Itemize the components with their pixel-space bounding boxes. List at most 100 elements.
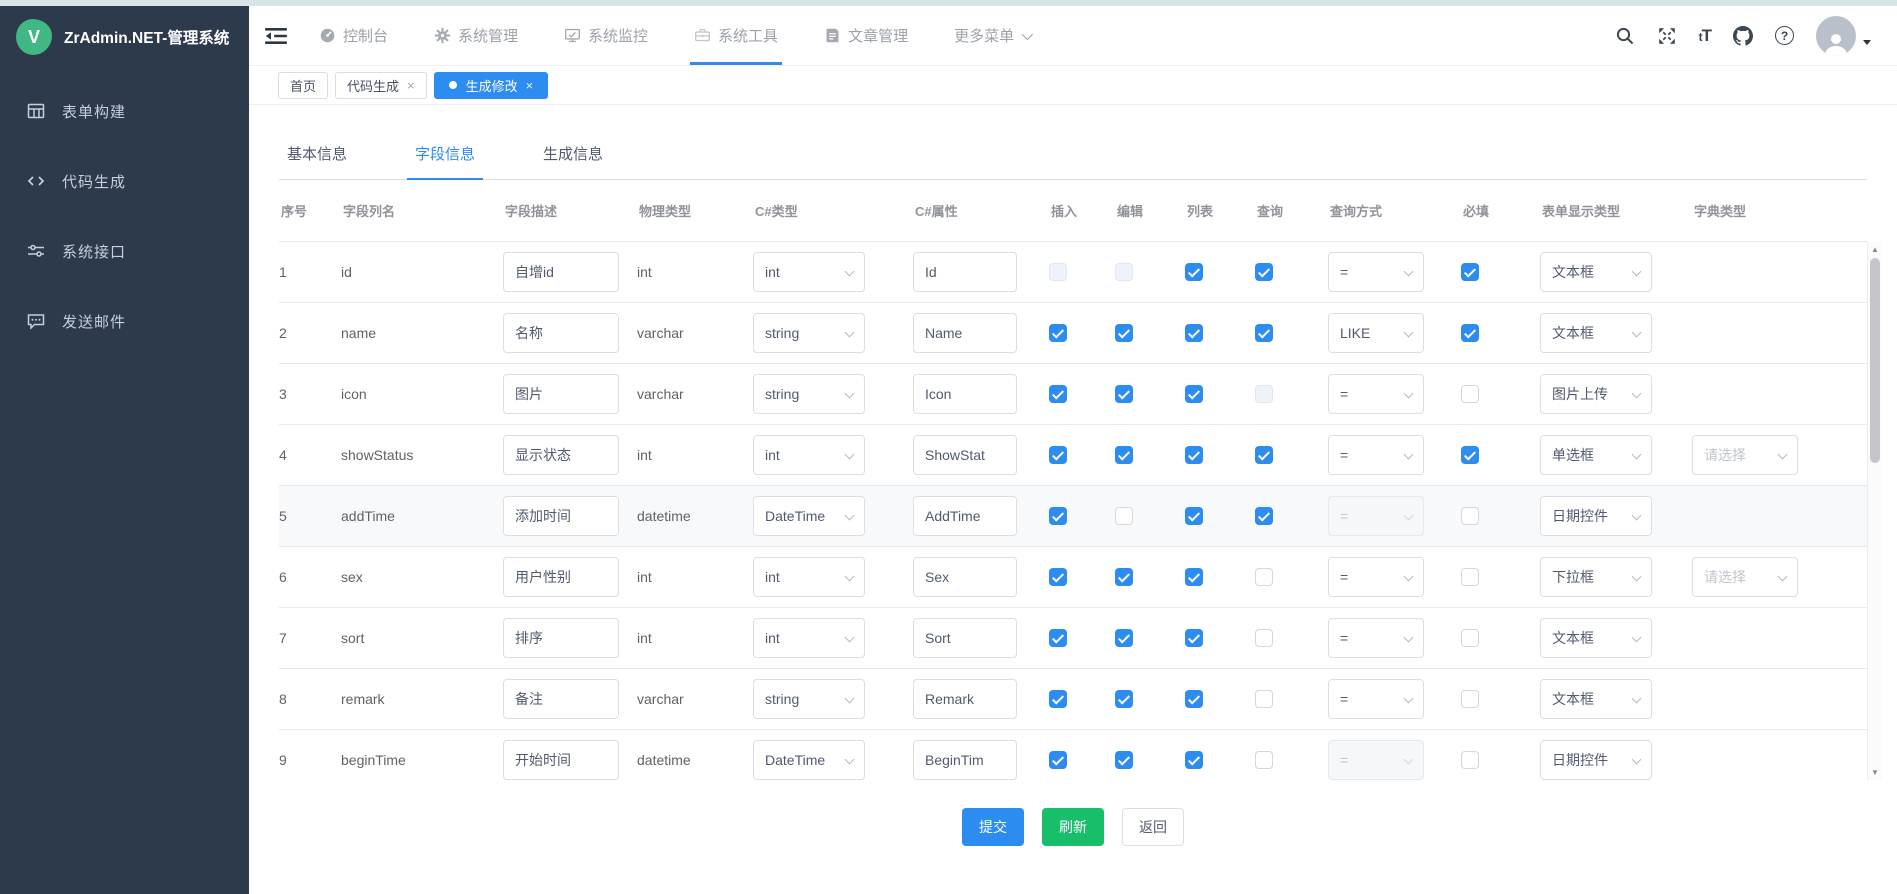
cs-type-select[interactable]: string: [753, 374, 865, 414]
query-type-select[interactable]: =: [1328, 740, 1424, 780]
sidebar-collapse-icon[interactable]: [265, 26, 287, 46]
tag-tab-1[interactable]: 首页: [278, 72, 328, 99]
edit-checkbox[interactable]: [1115, 324, 1133, 342]
insert-checkbox[interactable]: [1049, 568, 1067, 586]
edit-checkbox[interactable]: [1115, 385, 1133, 403]
cs-type-select[interactable]: string: [753, 313, 865, 353]
cs-property-input[interactable]: [913, 557, 1017, 597]
cs-property-input[interactable]: [913, 435, 1017, 475]
edit-checkbox[interactable]: [1115, 629, 1133, 647]
edit-checkbox[interactable]: [1115, 690, 1133, 708]
list-checkbox[interactable]: [1185, 263, 1203, 281]
required-checkbox[interactable]: [1461, 446, 1479, 464]
cs-type-select[interactable]: int: [753, 557, 865, 597]
nav-item-1[interactable]: 控制台: [315, 6, 392, 65]
user-menu[interactable]: [1816, 16, 1871, 56]
display-type-select[interactable]: 图片上传: [1540, 374, 1652, 414]
tag-tab-3[interactable]: 生成修改×: [434, 72, 549, 99]
edit-checkbox[interactable]: [1115, 568, 1133, 586]
list-checkbox[interactable]: [1185, 324, 1203, 342]
submit-button[interactable]: 提交: [962, 808, 1024, 846]
edit-checkbox[interactable]: [1115, 507, 1133, 525]
insert-checkbox[interactable]: [1049, 324, 1067, 342]
edit-checkbox[interactable]: [1115, 263, 1133, 281]
nav-item-4[interactable]: 系统工具: [690, 6, 782, 65]
help-icon[interactable]: ?: [1775, 26, 1794, 45]
description-input[interactable]: [503, 618, 619, 658]
query-checkbox[interactable]: [1255, 751, 1273, 769]
query-type-select[interactable]: =: [1328, 557, 1424, 597]
back-button[interactable]: 返回: [1122, 808, 1184, 846]
cs-property-input[interactable]: [913, 679, 1017, 719]
description-input[interactable]: [503, 313, 619, 353]
cs-type-select[interactable]: DateTime: [753, 740, 865, 780]
required-checkbox[interactable]: [1461, 751, 1479, 769]
list-checkbox[interactable]: [1185, 507, 1203, 525]
display-type-select[interactable]: 文本框: [1540, 313, 1652, 353]
github-icon[interactable]: [1733, 26, 1753, 46]
dict-type-select[interactable]: 请选择: [1692, 435, 1798, 475]
dict-type-select[interactable]: 请选择: [1692, 557, 1798, 597]
logo[interactable]: V ZrAdmin.NET-管理系统: [0, 6, 249, 68]
search-icon[interactable]: [1615, 26, 1635, 46]
vertical-scrollbar[interactable]: ▲ ▼: [1867, 242, 1882, 780]
cs-property-input[interactable]: [913, 374, 1017, 414]
sidebar-item-1[interactable]: 表单构建: [0, 76, 249, 146]
query-type-select[interactable]: =: [1328, 374, 1424, 414]
list-checkbox[interactable]: [1185, 446, 1203, 464]
insert-checkbox[interactable]: [1049, 507, 1067, 525]
nav-item-2[interactable]: 系统管理: [430, 6, 522, 65]
cs-type-select[interactable]: string: [753, 679, 865, 719]
description-input[interactable]: [503, 496, 619, 536]
list-checkbox[interactable]: [1185, 751, 1203, 769]
nav-item-6[interactable]: 更多菜单: [950, 6, 1034, 65]
fullscreen-icon[interactable]: [1657, 26, 1677, 46]
required-checkbox[interactable]: [1461, 263, 1479, 281]
insert-checkbox[interactable]: [1049, 385, 1067, 403]
scroll-thumb[interactable]: [1870, 258, 1880, 463]
tab-2[interactable]: 字段信息: [407, 139, 483, 179]
query-checkbox[interactable]: [1255, 324, 1273, 342]
insert-checkbox[interactable]: [1049, 690, 1067, 708]
query-checkbox[interactable]: [1255, 568, 1273, 586]
query-checkbox[interactable]: [1255, 446, 1273, 464]
display-type-select[interactable]: 文本框: [1540, 618, 1652, 658]
query-checkbox[interactable]: [1255, 507, 1273, 525]
edit-checkbox[interactable]: [1115, 446, 1133, 464]
display-type-select[interactable]: 文本框: [1540, 679, 1652, 719]
sidebar-item-3[interactable]: 系统接口: [0, 216, 249, 286]
query-checkbox[interactable]: [1255, 263, 1273, 281]
cs-property-input[interactable]: [913, 252, 1017, 292]
insert-checkbox[interactable]: [1049, 629, 1067, 647]
description-input[interactable]: [503, 679, 619, 719]
cs-type-select[interactable]: int: [753, 435, 865, 475]
tab-1[interactable]: 基本信息: [279, 139, 355, 179]
description-input[interactable]: [503, 740, 619, 780]
insert-checkbox[interactable]: [1049, 446, 1067, 464]
list-checkbox[interactable]: [1185, 568, 1203, 586]
tab-3[interactable]: 生成信息: [535, 139, 611, 179]
query-type-select[interactable]: =: [1328, 679, 1424, 719]
nav-item-3[interactable]: 系统监控: [560, 6, 652, 65]
cs-type-select[interactable]: int: [753, 252, 865, 292]
scroll-up-icon[interactable]: ▲: [1868, 242, 1883, 257]
sidebar-item-4[interactable]: 发送邮件: [0, 286, 249, 356]
required-checkbox[interactable]: [1461, 690, 1479, 708]
edit-checkbox[interactable]: [1115, 751, 1133, 769]
refresh-button[interactable]: 刷新: [1042, 808, 1104, 846]
list-checkbox[interactable]: [1185, 385, 1203, 403]
scroll-down-icon[interactable]: ▼: [1868, 765, 1883, 780]
list-checkbox[interactable]: [1185, 690, 1203, 708]
description-input[interactable]: [503, 435, 619, 475]
cs-property-input[interactable]: [913, 496, 1017, 536]
description-input[interactable]: [503, 374, 619, 414]
sidebar-item-2[interactable]: 代码生成: [0, 146, 249, 216]
scroll-track[interactable]: [1868, 257, 1882, 765]
display-type-select[interactable]: 单选框: [1540, 435, 1652, 475]
cs-property-input[interactable]: [913, 740, 1017, 780]
insert-checkbox[interactable]: [1049, 751, 1067, 769]
required-checkbox[interactable]: [1461, 629, 1479, 647]
cs-type-select[interactable]: int: [753, 618, 865, 658]
query-checkbox[interactable]: [1255, 690, 1273, 708]
query-type-select[interactable]: =: [1328, 496, 1424, 536]
